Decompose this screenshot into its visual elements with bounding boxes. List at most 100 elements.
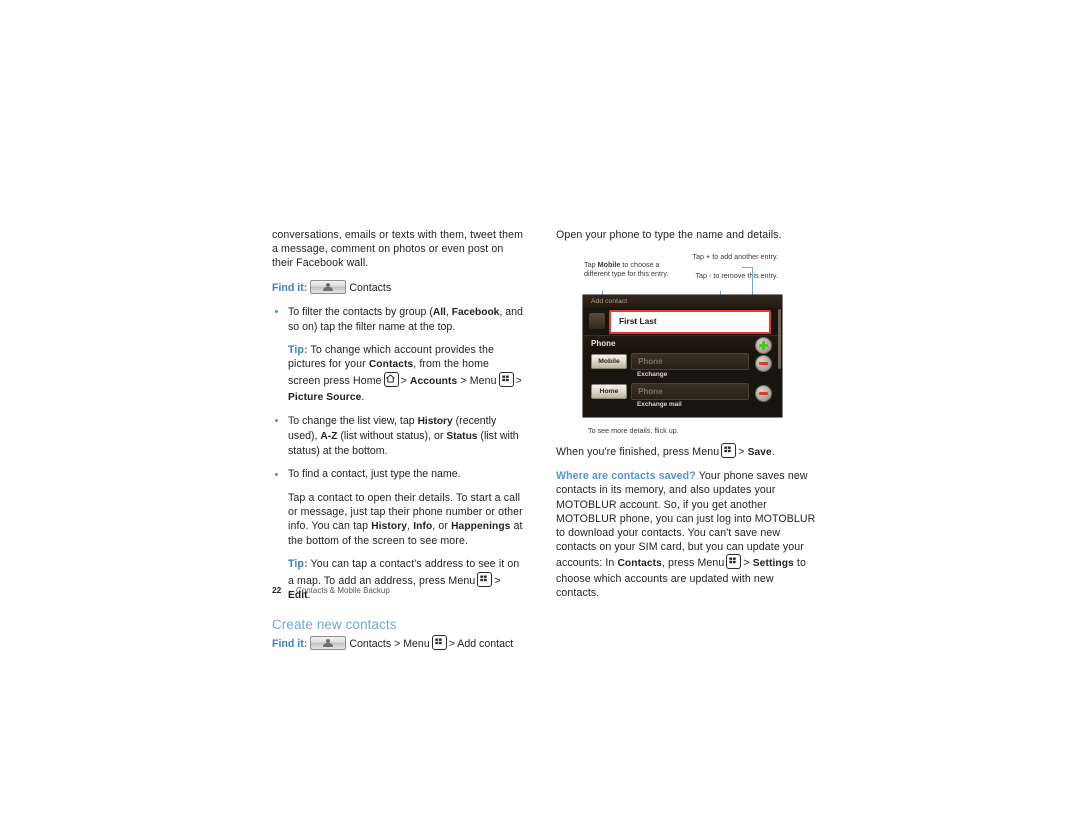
ui-az: A-Z <box>320 431 338 443</box>
tip-label-2: Tip: <box>288 558 308 571</box>
finish-part1: When you're finished, press Menu <box>556 446 720 458</box>
bullet-filter-text-before: To filter the contacts by group ( <box>288 305 433 318</box>
find-it2-add-contact: Add contact <box>457 638 514 651</box>
listview-part1: To change the list view, tap <box>288 414 415 427</box>
details-sep1: , <box>407 520 411 533</box>
find-it2-menu: Menu <box>403 638 430 651</box>
bullet-dot-icon <box>275 472 278 476</box>
section-heading-create-new-contacts: Create new contacts <box>272 617 397 633</box>
tip-address-map: Tip: You can tap a contact's address to … <box>272 557 524 603</box>
tip-picture-source: Tip: To change which account provides th… <box>272 343 524 405</box>
menu-key-icon <box>721 443 737 458</box>
ui-history-2: History <box>371 521 408 533</box>
ui-happenings: Happenings <box>451 521 511 533</box>
minus-icon <box>759 362 768 365</box>
tip-label: Tip: <box>288 344 308 357</box>
leader-line-plus-h <box>742 267 753 269</box>
phone-screen-titlebar: Add contact <box>583 295 782 309</box>
phone-scrollbar[interactable] <box>778 309 781 369</box>
contacts-icon <box>310 279 347 294</box>
find-it-add-contact: Find it: Contacts > Menu > Add contact <box>272 635 524 652</box>
entry-account-label-1: Exchange <box>637 371 668 378</box>
find-it2-target: Contacts <box>349 638 392 651</box>
ui-accounts: Accounts <box>410 376 458 388</box>
option-facebook: Facebook <box>451 306 500 318</box>
remove-entry-button-2[interactable] <box>755 385 772 402</box>
menu-key-icon <box>498 372 514 388</box>
entry-type-button-home[interactable]: Home <box>591 384 627 399</box>
remove-entry-button-1[interactable] <box>755 355 772 372</box>
ui-status: Status <box>446 431 478 443</box>
find-it-target: Contacts <box>349 281 392 294</box>
add-entry-button[interactable] <box>755 337 772 354</box>
bullet-find-contact: To find a contact, just type the name. <box>272 467 524 481</box>
bullet-filter-contacts: To filter the contacts by group (All, Fa… <box>272 305 524 334</box>
phone-number-placeholder-1: Phone <box>638 357 663 366</box>
ui-info: Info <box>413 521 433 533</box>
phone-entry-row: Mobile Phone Exchange <box>583 352 782 380</box>
ui-history: History <box>417 415 453 427</box>
entry-type-label: Mobile <box>598 358 620 365</box>
menu-key-icon <box>431 635 447 651</box>
find-it-label: Find it: <box>272 281 308 294</box>
ui-settings: Settings <box>752 558 794 570</box>
ui-save: Save <box>747 447 772 458</box>
question-lead: Where are contacts saved? <box>556 470 696 483</box>
contact-avatar <box>589 313 605 329</box>
find-it2-gt2: > <box>448 638 455 651</box>
phone-screen-capture: Add contact First Last Phone Mobile Phon… <box>583 295 782 417</box>
callout-type-prefix: Tap <box>584 260 596 269</box>
listview-part3: (list without status), or <box>340 430 444 443</box>
right-text-column-lower: When you're finished, press Menu > Save. … <box>556 443 818 609</box>
phone-number-placeholder-2: Phone <box>638 387 663 396</box>
phone-section-label: Phone <box>591 339 616 348</box>
minus-icon <box>759 392 768 395</box>
phone-number-input-1[interactable]: Phone <box>631 353 749 370</box>
plus-icon <box>762 341 765 350</box>
bullet-dot-icon <box>275 419 278 423</box>
phone-screenshot-figure: Tap Mobile to choose a different type fo… <box>556 247 818 437</box>
left-text-column: conversations, emails or texts with them… <box>272 228 524 661</box>
gt-1: > <box>400 375 407 388</box>
right-intro-paragraph: Open your phone to type the name and det… <box>556 229 782 241</box>
callout-type-bold: Mobile <box>597 260 621 269</box>
manual-page: conversations, emails or texts with them… <box>0 0 1080 834</box>
callout-remove-entry: Tap - to remove this entry. <box>695 271 778 280</box>
finish-gt: > <box>738 446 745 458</box>
ui-menu-word: Menu <box>469 375 497 388</box>
ui-contacts-2: Contacts <box>617 558 662 570</box>
tip-period: . <box>361 390 365 403</box>
finish-period: . <box>771 446 775 458</box>
menu-key-icon <box>477 571 493 587</box>
bullet-find-text: To find a contact, just type the name. <box>288 468 461 481</box>
saved-part1: Your phone saves new contacts in its mem… <box>556 470 816 570</box>
phone-entry-row: Home Phone Exchange mail <box>583 382 782 410</box>
bullet-list-view: To change the list view, tap History (re… <box>272 414 524 459</box>
ui-picture-source: Picture Source <box>288 391 362 403</box>
contact-name-value: First Last <box>619 316 657 326</box>
find-it-label-2: Find it: <box>272 638 308 651</box>
saved-gt: > <box>743 557 750 570</box>
entry-type-button-mobile[interactable]: Mobile <box>591 354 627 369</box>
gt-3: > <box>515 375 522 388</box>
contact-name-input[interactable]: First Last <box>609 310 771 334</box>
phone-number-input-2[interactable]: Phone <box>631 383 749 400</box>
callout-add-entry: Tap + to add another entry. <box>692 252 778 261</box>
ui-contacts: Contacts <box>368 359 414 371</box>
page-number: 22 <box>272 585 282 595</box>
phone-section-header: Phone <box>583 335 782 352</box>
gt-edit: > <box>494 574 501 587</box>
menu-key-icon <box>726 554 742 570</box>
callout-type-chooser: Tap Mobile to choose a different type fo… <box>584 260 674 279</box>
bullet-dot-icon <box>275 310 278 314</box>
find-it-contacts: Find it: Contacts <box>272 279 524 296</box>
find-it2-gt1: > <box>394 638 401 651</box>
option-all: All <box>432 306 446 318</box>
where-are-contacts-saved: Where are contacts saved? Your phone sav… <box>556 469 818 600</box>
saved-part2: , press Menu <box>661 557 725 570</box>
phone-screen-title: Add contact <box>591 297 628 305</box>
finish-line: When you're finished, press Menu > Save. <box>556 443 818 460</box>
phone-name-row: First Last <box>583 310 782 334</box>
intro-paragraph: conversations, emails or texts with them… <box>272 229 524 270</box>
details-sep2: , or <box>432 520 449 533</box>
